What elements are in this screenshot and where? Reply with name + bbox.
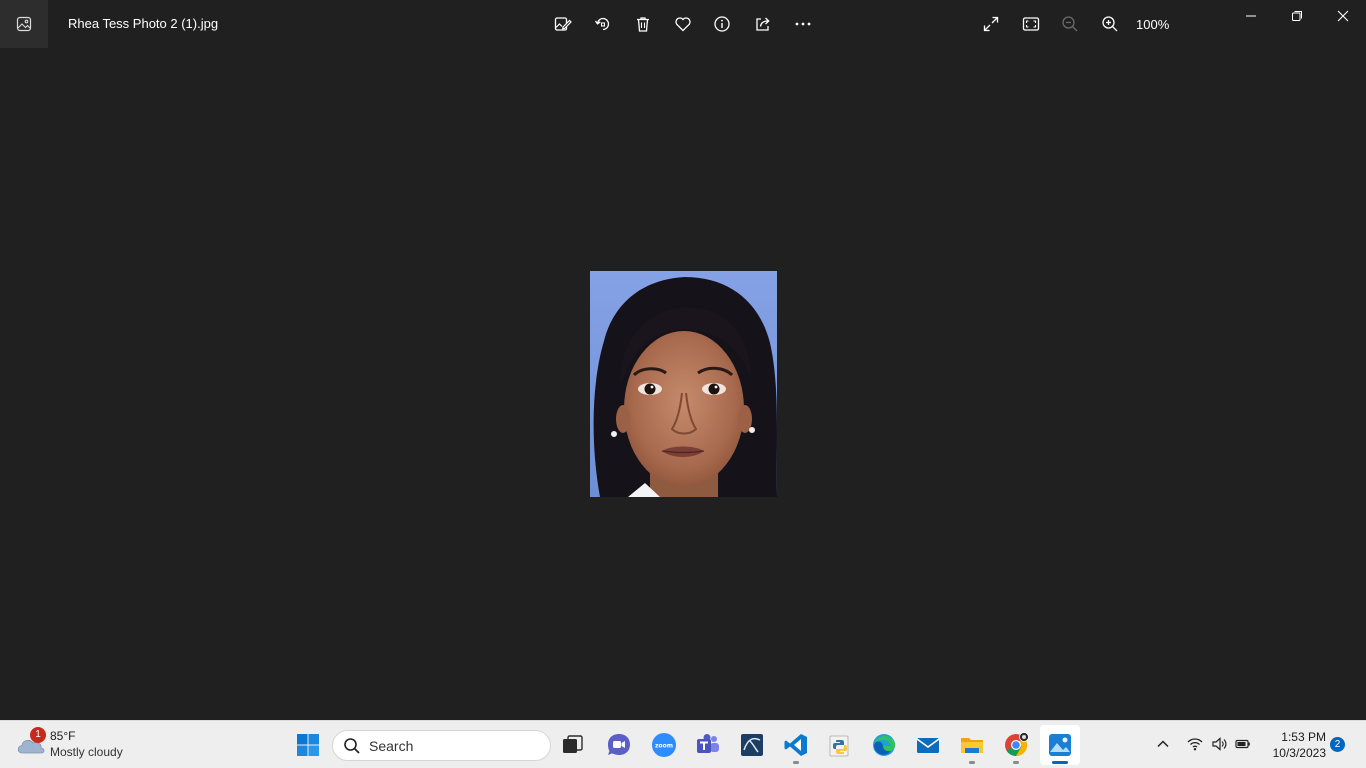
running-indicator — [793, 761, 799, 764]
taskbar-search[interactable]: Search — [332, 730, 551, 761]
zoom-level[interactable]: 100% — [1136, 17, 1169, 32]
video-chat-icon — [608, 734, 630, 755]
weather-temperature: 85°F — [50, 729, 76, 743]
rotate-button[interactable] — [591, 12, 615, 36]
share-icon — [756, 17, 770, 31]
taskbar: 1 85°F Mostly cloudy Search zoom 1:53 PM… — [0, 720, 1366, 768]
notification-badge[interactable]: 2 — [1330, 737, 1345, 752]
volume-button[interactable] — [1208, 733, 1230, 755]
more-icon — [795, 22, 811, 26]
photos-icon — [16, 16, 32, 32]
show-hidden-icons-button[interactable] — [1152, 733, 1174, 755]
portrait-image — [590, 271, 777, 497]
task-view-button[interactable] — [553, 725, 593, 765]
vscode-app-button[interactable] — [776, 725, 816, 765]
python-icon — [829, 735, 849, 757]
portrait-photo — [590, 271, 777, 497]
zoom-app-button[interactable]: zoom — [644, 725, 684, 765]
weather-alert-badge: 1 — [30, 727, 46, 743]
fullscreen-button[interactable] — [979, 12, 1003, 36]
edge-icon — [873, 734, 895, 756]
chevron-up-icon — [1157, 740, 1169, 748]
wifi-icon — [1187, 738, 1203, 751]
teams-icon — [697, 734, 719, 753]
search-placeholder: Search — [369, 738, 414, 754]
zoom-out-icon — [1062, 16, 1078, 32]
file-info-button[interactable] — [710, 12, 734, 36]
battery-icon — [1235, 739, 1250, 749]
close-icon — [1337, 10, 1349, 22]
delete-button[interactable] — [631, 12, 655, 36]
photos-app-icon — [1049, 734, 1071, 756]
edge-app-button[interactable] — [864, 725, 904, 765]
active-app-indicator — [1052, 761, 1068, 764]
teams-app-button[interactable] — [688, 725, 728, 765]
mail-app-button[interactable] — [908, 725, 948, 765]
zoom-out-button[interactable] — [1058, 12, 1082, 36]
file-explorer-button[interactable] — [952, 725, 992, 765]
database-tool-icon — [741, 734, 763, 756]
edit-image-icon — [554, 17, 572, 31]
restore-button[interactable] — [1274, 0, 1320, 32]
photos-app-icon[interactable] — [0, 0, 48, 48]
clock-time: 1:53 PM — [1281, 730, 1326, 744]
system-clock[interactable]: 1:53 PM 10/3/2023 — [1262, 729, 1326, 761]
running-indicator — [1013, 761, 1019, 764]
weather-condition: Mostly cloudy — [50, 745, 123, 759]
restore-icon — [1292, 11, 1302, 21]
folder-icon — [961, 738, 983, 753]
file-title: Rhea Tess Photo 2 (1).jpg — [68, 16, 219, 31]
running-indicator — [969, 761, 975, 764]
clock-date: 10/3/2023 — [1272, 746, 1326, 760]
image-viewer[interactable] — [0, 48, 1366, 720]
fit-window-icon — [1022, 17, 1040, 31]
start-button[interactable] — [290, 725, 326, 765]
photos-app-button[interactable] — [1040, 725, 1080, 765]
python-app-button[interactable] — [820, 725, 860, 765]
search-icon — [344, 738, 360, 754]
speaker-icon — [1212, 737, 1227, 751]
svg-text:zoom: zoom — [655, 743, 673, 750]
close-button[interactable] — [1320, 0, 1366, 32]
task-view-icon — [563, 735, 583, 753]
vscode-icon — [784, 734, 807, 756]
weather-widget[interactable]: 1 85°F Mostly cloudy — [14, 727, 174, 763]
rotate-icon — [594, 17, 610, 31]
minimize-button[interactable] — [1228, 0, 1274, 32]
heart-icon — [675, 17, 691, 32]
sql-app-button[interactable] — [732, 725, 772, 765]
chrome-app-button[interactable] — [996, 725, 1036, 765]
chat-app-button[interactable] — [599, 725, 639, 765]
info-icon — [714, 16, 730, 32]
wifi-button[interactable] — [1184, 733, 1206, 755]
more-options-button[interactable] — [791, 12, 815, 36]
zoom-in-button[interactable] — [1098, 12, 1122, 36]
edit-image-button[interactable] — [551, 12, 575, 36]
windows-logo-icon — [297, 734, 319, 756]
delete-icon — [637, 17, 649, 32]
title-bar: Rhea Tess Photo 2 (1).jpg 100% — [0, 0, 1366, 48]
zoom-icon: zoom — [652, 733, 676, 757]
share-button[interactable] — [751, 12, 775, 36]
chrome-icon — [1005, 732, 1029, 757]
minimize-icon — [1246, 15, 1256, 17]
fullscreen-icon — [983, 16, 999, 32]
battery-button[interactable] — [1232, 733, 1254, 755]
favorite-button[interactable] — [671, 12, 695, 36]
zoom-in-icon — [1102, 16, 1118, 32]
fit-to-window-button[interactable] — [1019, 12, 1043, 36]
mail-icon — [916, 738, 940, 753]
